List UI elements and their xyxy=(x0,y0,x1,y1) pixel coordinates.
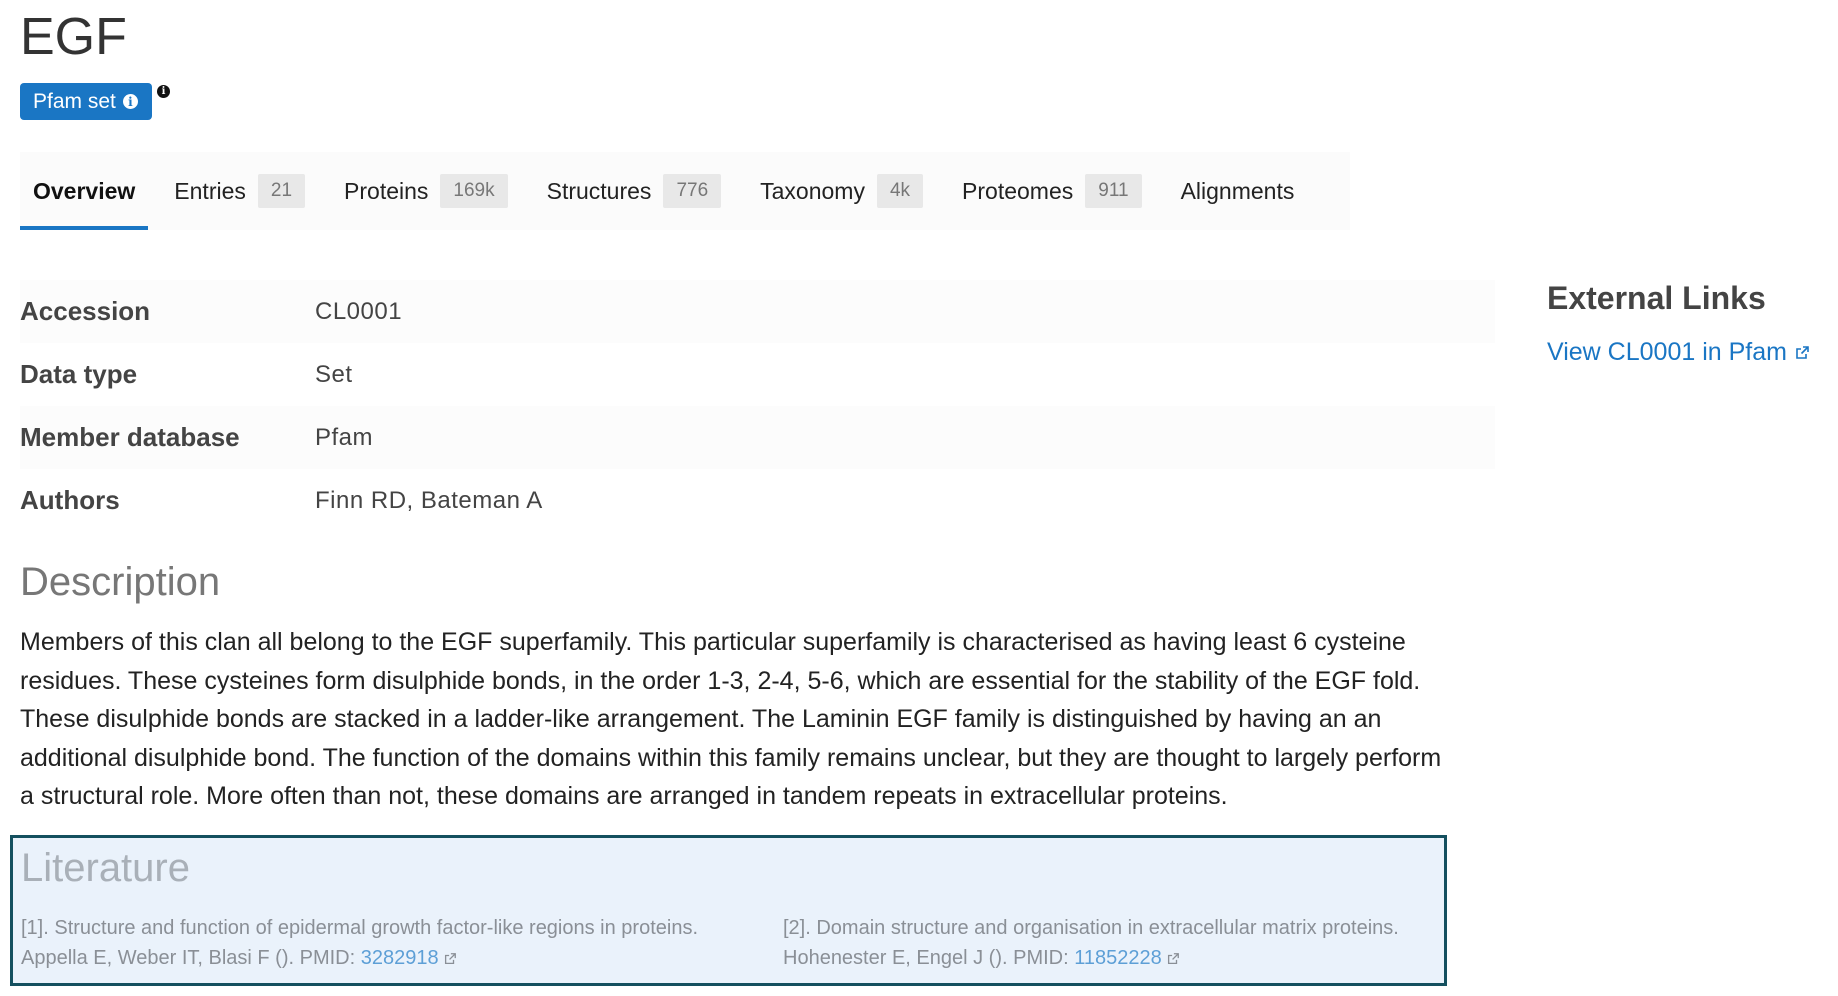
reference-authors: Hohenester E, Engel J (). PMID: 11852228 xyxy=(783,943,1399,973)
tab-label: Overview xyxy=(33,177,136,204)
tab-overview[interactable]: Overview xyxy=(20,152,149,230)
detail-key: Member database xyxy=(20,422,240,452)
detail-row-data-type: Data type Set xyxy=(20,343,1495,406)
tab-alignments[interactable]: Alignments xyxy=(1168,152,1308,230)
description-heading: Description xyxy=(20,560,221,604)
literature-reference: [2]. Domain structure and organisation i… xyxy=(783,913,1399,973)
page-title: EGF xyxy=(20,8,127,66)
tab-label: Proteomes xyxy=(962,177,1074,204)
pmid-link[interactable]: 11852228 xyxy=(1074,947,1162,969)
pfam-external-link[interactable]: View CL0001 in Pfam xyxy=(1547,338,1810,367)
detail-value: Finn RD, Bateman A xyxy=(315,486,543,514)
description-line: These disulphide bonds are stacked in a … xyxy=(20,705,1382,733)
tab-count-badge: 21 xyxy=(257,174,306,208)
detail-value: Pfam xyxy=(315,423,374,451)
external-link-icon xyxy=(1167,952,1179,964)
info-icon: i xyxy=(122,94,138,109)
external-links-heading: External Links xyxy=(1547,280,1766,316)
literature-reference: [1]. Structure and function of epidermal… xyxy=(21,913,698,973)
description-line: Members of this clan all belong to the E… xyxy=(20,628,1406,656)
external-link-icon xyxy=(444,952,456,964)
reference-citation: Hohenester E, Engel J (). PMID: xyxy=(783,947,1075,969)
detail-value: Set xyxy=(315,360,353,388)
tab-count-badge: 169k xyxy=(440,174,508,208)
reference-title: [2]. Domain structure and organisation i… xyxy=(783,917,1399,939)
tab-count-badge: 4k xyxy=(876,174,924,208)
external-link-label: View CL0001 in Pfam xyxy=(1547,338,1787,366)
external-link-icon xyxy=(1796,345,1809,359)
literature-section: Literature [1]. Structure and function o… xyxy=(10,835,1447,986)
tab-count-badge: 776 xyxy=(663,174,722,208)
description-text: Members of this clan all belong to the E… xyxy=(20,623,1515,816)
tab-proteomes[interactable]: Proteomes 911 xyxy=(949,152,1155,230)
tab-label: Proteins xyxy=(344,177,429,204)
reference-citation: Appella E, Weber IT, Blasi F (). PMID: xyxy=(21,947,361,969)
tab-proteins[interactable]: Proteins 169k xyxy=(331,152,521,230)
tab-taxonomy[interactable]: Taxonomy 4k xyxy=(747,152,936,230)
details-table: Accession CL0001 Data type Set Member da… xyxy=(20,280,1495,532)
detail-key: Authors xyxy=(20,485,120,515)
description-line: residues. These cysteines form disulphid… xyxy=(20,666,1421,695)
literature-heading: Literature xyxy=(21,846,190,890)
detail-row-accession: Accession CL0001 xyxy=(20,280,1495,343)
description-line: additional disulphide bond. The function… xyxy=(20,743,1442,772)
badge-label: Pfam set xyxy=(33,89,116,113)
tab-label: Alignments xyxy=(1180,177,1295,204)
tab-entries[interactable]: Entries 21 xyxy=(161,152,318,230)
tab-bar: Overview Entries 21 Proteins 169k Struct… xyxy=(20,152,1350,230)
reference-authors: Appella E, Weber IT, Blasi F (). PMID: 3… xyxy=(21,943,698,973)
tab-label: Structures xyxy=(546,177,652,204)
detail-key: Accession xyxy=(20,296,151,326)
tab-count-badge: 911 xyxy=(1085,174,1142,208)
tab-label: Entries xyxy=(174,177,246,204)
detail-key: Data type xyxy=(20,359,138,389)
pmid-link[interactable]: 3282918 xyxy=(361,947,439,969)
description-line: a structural role. More often than not, … xyxy=(20,782,1228,810)
detail-row-authors: Authors Finn RD, Bateman A xyxy=(20,469,1495,532)
tab-label: Taxonomy xyxy=(760,177,865,204)
detail-row-member-database: Member database Pfam xyxy=(20,406,1495,469)
pfam-set-badge[interactable]: Pfam set i xyxy=(20,83,152,120)
tab-structures[interactable]: Structures 776 xyxy=(534,152,735,230)
reference-title: [1]. Structure and function of epidermal… xyxy=(21,917,699,939)
info-icon[interactable]: i xyxy=(157,85,170,98)
detail-value: CL0001 xyxy=(315,297,403,325)
